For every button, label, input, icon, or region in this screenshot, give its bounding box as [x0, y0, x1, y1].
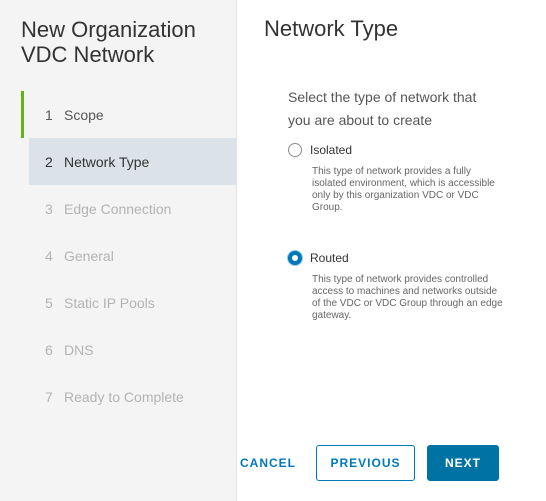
routed-label[interactable]: Routed — [310, 251, 349, 265]
wizard-sidebar: New Organization VDC Network 1 Scope 2 N… — [0, 0, 237, 501]
step-scope[interactable]: 1 Scope — [21, 91, 236, 138]
step-label: Edge Connection — [64, 200, 172, 217]
step-network-type[interactable]: 2 Network Type — [29, 138, 236, 185]
step-ready-to-complete: 7 Ready to Complete — [21, 373, 236, 420]
isolated-radio-row[interactable]: Isolated — [288, 143, 503, 157]
next-button[interactable]: NEXT — [427, 445, 499, 481]
routed-radio-row[interactable]: Routed — [288, 251, 503, 265]
step-edge-connection: 3 Edge Connection — [21, 185, 236, 232]
step-number: 1 — [45, 106, 53, 123]
step-number: 5 — [45, 294, 53, 311]
wizard-title: New Organization VDC Network — [21, 17, 196, 67]
isolated-radio[interactable] — [288, 143, 302, 157]
isolated-description: This type of network provides a fully is… — [312, 166, 495, 213]
step-number: 7 — [45, 388, 53, 405]
step-label: General — [64, 247, 114, 264]
option-routed: Routed This type of network provides con… — [288, 251, 503, 322]
step-dns: 6 DNS — [21, 326, 236, 373]
cancel-button[interactable]: CANCEL — [237, 445, 299, 481]
step-number: 6 — [45, 341, 53, 358]
routed-radio[interactable] — [288, 251, 302, 265]
option-isolated: Isolated This type of network provides a… — [288, 143, 503, 214]
wizard-steps: 1 Scope 2 Network Type 3 Edge Connection… — [21, 91, 236, 420]
step-static-ip-pools: 5 Static IP Pools — [21, 279, 236, 326]
step-label: Network Type — [64, 153, 150, 170]
step-number: 3 — [45, 200, 53, 217]
isolated-label[interactable]: Isolated — [310, 143, 352, 157]
step-label: Static IP Pools — [64, 294, 155, 311]
network-type-prompt: Select the type of network that you are … — [288, 89, 477, 128]
step-label: Scope — [64, 106, 104, 123]
step-general: 4 General — [21, 232, 236, 279]
step-label: Ready to Complete — [64, 388, 184, 405]
routed-description: This type of network provides controlled… — [312, 274, 503, 321]
step-number: 4 — [45, 247, 53, 264]
page-title: Network Type — [264, 16, 399, 41]
step-number: 2 — [45, 153, 53, 170]
previous-button[interactable]: PREVIOUS — [316, 445, 415, 481]
wizard-content: Network Type Select the type of network … — [237, 0, 546, 501]
step-label: DNS — [64, 341, 94, 358]
